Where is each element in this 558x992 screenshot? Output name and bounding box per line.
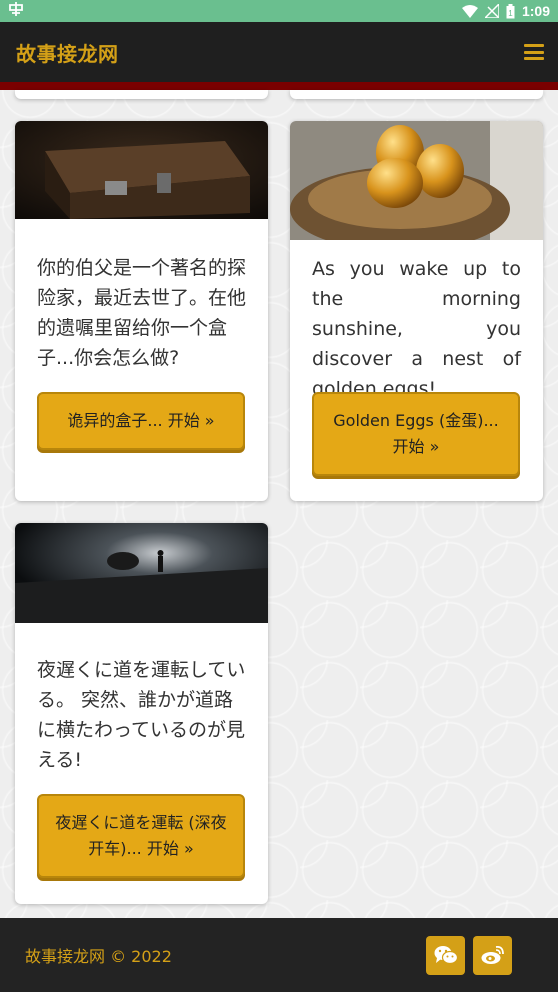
svg-text:1: 1 (508, 9, 513, 18)
start-story-button[interactable]: Golden Eggs (金蛋)... 开始 » (312, 392, 520, 476)
story-card-stub (290, 90, 543, 99)
app-bar: 故事接龙网 (0, 22, 558, 82)
story-card: 夜遅くに道を運転している。 突然、誰かが道路に横たわっているのが見える! 夜遅く… (15, 523, 268, 904)
story-image-night-road[interactable] (15, 523, 268, 623)
story-description: As you wake up to the morning sunshine, … (312, 258, 521, 400)
story-description: 夜遅くに道を運転している。 突然、誰かが道路に横たわっているのが見える! (37, 659, 246, 771)
start-story-button[interactable]: 夜遅くに道を運転 (深夜开车)... 开始 » (37, 794, 245, 878)
story-card: 你的伯父是一个著名的探险家，最近去世了。在他的遗嘱里留给你一个盒子...你会怎么… (15, 121, 268, 501)
story-card: As you wake up to the morning sunshine, … (290, 121, 543, 501)
start-story-button[interactable]: 诡异的盒子... 开始 » (37, 392, 245, 450)
story-description: 你的伯父是一个著名的探险家，最近去世了。在他的遗嘱里留给你一个盒子...你会怎么… (37, 257, 247, 369)
header-divider (0, 82, 558, 90)
copyright: 故事接龙网 © 2022 (25, 947, 172, 966)
weibo-icon[interactable] (473, 935, 512, 975)
app-notification-icon (8, 1, 24, 21)
story-image-golden-eggs[interactable] (290, 121, 543, 240)
wifi-icon (461, 4, 478, 18)
story-image-box[interactable] (15, 121, 268, 219)
wechat-icon[interactable] (426, 935, 465, 975)
story-card-stub (15, 90, 268, 99)
app-title[interactable]: 故事接龙网 (16, 38, 119, 67)
footer: 故事接龙网 © 2022 (0, 918, 558, 992)
battery-icon: 1 (506, 3, 515, 18)
hamburger-menu-icon[interactable] (524, 44, 544, 60)
social-links (426, 935, 512, 975)
no-signal-icon (484, 4, 499, 18)
status-bar: 1 1:09 (0, 0, 558, 22)
status-icons: 1 1:09 (461, 3, 550, 19)
clock: 1:09 (521, 3, 550, 19)
